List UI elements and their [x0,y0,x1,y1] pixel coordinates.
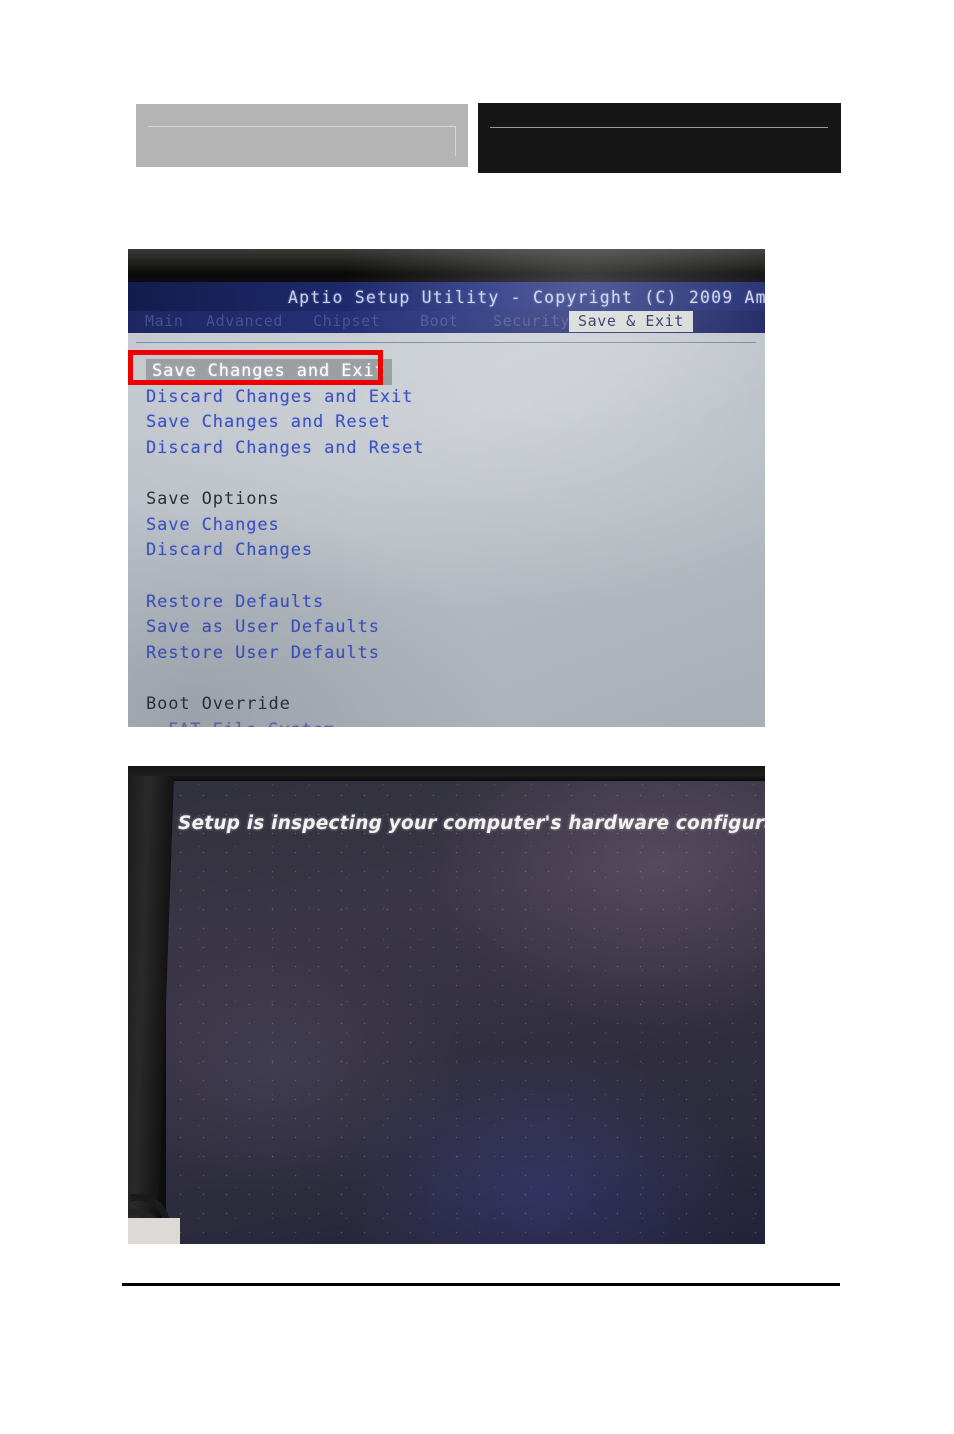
menu-item-save-changes-and-reset[interactable]: Save Changes and Reset [146,410,666,436]
header-right-block [478,103,841,173]
bios-header-separator [136,342,756,343]
menu-item-fat-file-system[interactable]: FAT File System [146,718,666,728]
menu-item-restore-defaults[interactable]: Restore Defaults [146,590,666,616]
menu-item-save-as-user-defaults[interactable]: Save as User Defaults [146,615,666,641]
bios-setup-photo: Aptio Setup Utility - Copyright (C) 2009… [128,249,765,727]
tab-advanced[interactable]: Advanced [206,312,283,330]
menu-spacer-2 [146,564,666,590]
bios-menu-list: Save Changes and Exit Discard Changes an… [146,359,666,727]
bios-title-bar: Aptio Setup Utility - Copyright (C) 2009… [128,282,765,311]
monitor-screen: Setup is inspecting your computer's hard… [166,779,765,1244]
menu-item-discard-changes-and-exit[interactable]: Discard Changes and Exit [146,385,666,411]
menu-spacer-1 [146,461,666,487]
setup-status-message: Setup is inspecting your computer's hard… [178,813,765,834]
menu-item-save-changes[interactable]: Save Changes [146,513,666,539]
menu-item-discard-changes[interactable]: Discard Changes [146,538,666,564]
tab-save-and-exit[interactable]: Save & Exit [569,311,693,332]
desk-surface [128,1218,180,1244]
annotation-highlight-box [128,350,383,385]
monitor-bezel-top [128,249,765,282]
menu-spacer-3 [146,666,666,692]
windows-setup-photo: Setup is inspecting your computer's hard… [128,766,765,1244]
page-header [0,0,954,200]
tab-boot[interactable]: Boot [420,312,459,330]
tab-main[interactable]: Main [145,312,184,330]
screen-dust-texture [166,779,765,1244]
bios-title-text: Aptio Setup Utility - Copyright (C) 2009… [288,288,765,307]
menu-heading-boot-override: Boot Override [146,694,291,714]
header-left-rule [148,126,456,127]
tab-security[interactable]: Security [493,312,570,330]
header-left-rule-vertical [455,126,456,156]
footer-divider-thin [252,1284,840,1285]
header-left-block [136,104,468,167]
footer-divider [122,1283,840,1286]
menu-item-discard-changes-and-reset[interactable]: Discard Changes and Reset [146,436,666,462]
bios-tab-bar: Main Advanced Chipset Boot Security Save… [128,311,765,333]
tab-chipset[interactable]: Chipset [313,312,380,330]
monitor-bezel-top-2 [128,766,765,781]
menu-heading-save-options: Save Options [146,489,280,509]
menu-item-restore-user-defaults[interactable]: Restore User Defaults [146,641,666,667]
header-right-rule [490,127,828,128]
